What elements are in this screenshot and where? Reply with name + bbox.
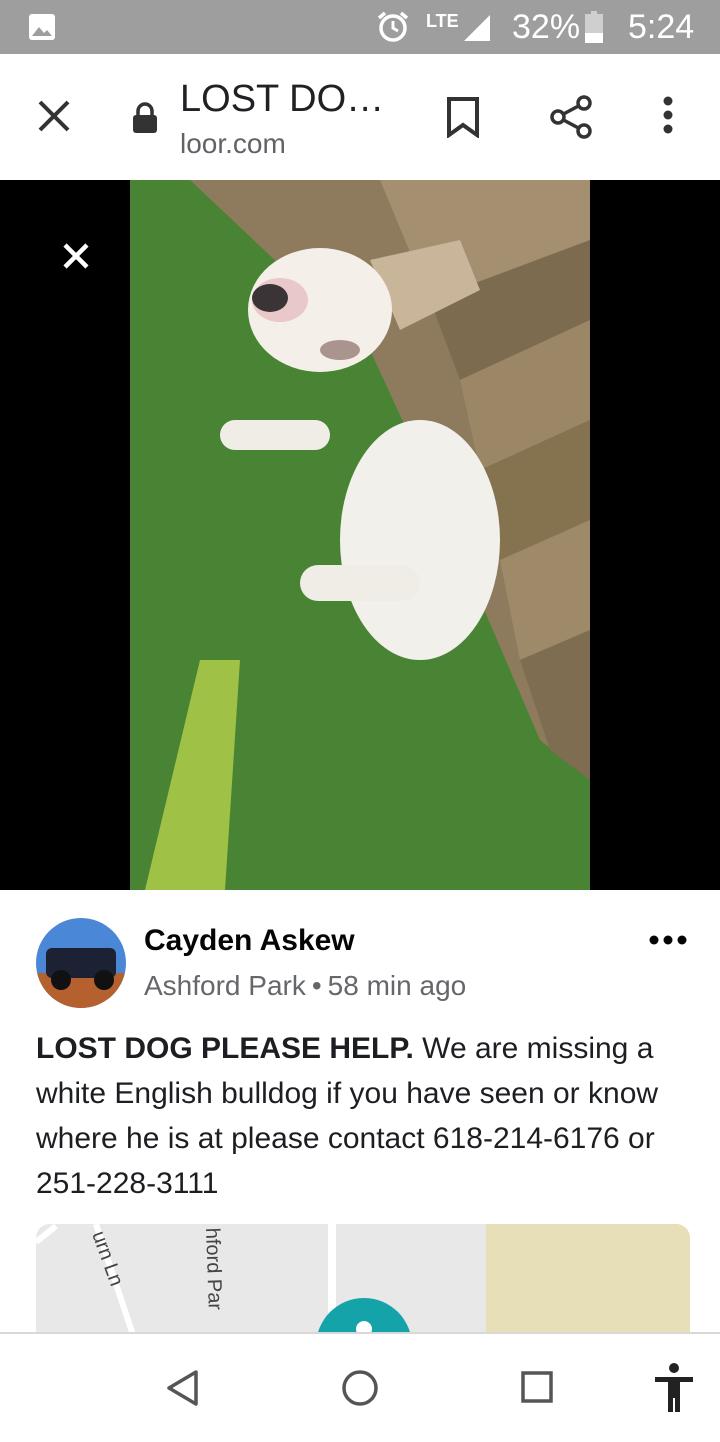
post-headline: LOST DOG PLEASE HELP.: [36, 1032, 414, 1065]
status-bar: LTE 32% 5:24: [0, 0, 720, 54]
back-icon[interactable]: [164, 1368, 200, 1408]
post-card: Cayden Askew Ashford Park • 58 min ago LOS…: [0, 890, 720, 1344]
recents-icon[interactable]: [520, 1370, 554, 1404]
browser-toolbar: LOST DO… loor.com: [0, 54, 720, 181]
post-time: 58 min ago: [327, 970, 467, 1001]
close-icon[interactable]: [34, 96, 74, 136]
post-location[interactable]: Ashford Park: [144, 970, 306, 1001]
home-icon[interactable]: [340, 1368, 380, 1408]
page-url[interactable]: loor.com: [180, 128, 286, 160]
meta-separator: •: [311, 970, 322, 1001]
post-meta: Ashford Park • 58 min ago: [144, 970, 466, 1002]
post-text: LOST DOG PLEASE HELP. We are missing a w…: [36, 1026, 676, 1206]
network-type: LTE: [426, 11, 459, 31]
more-horiz-icon[interactable]: [648, 934, 688, 946]
author-name[interactable]: Cayden Askew: [144, 924, 355, 958]
gallery-icon: [28, 13, 56, 41]
lock-icon[interactable]: [132, 102, 158, 134]
map-street-label-2: hford Par: [201, 1227, 226, 1310]
avatar[interactable]: [36, 918, 126, 1008]
clock: 5:24: [628, 8, 695, 46]
battery-icon: [585, 11, 603, 43]
alarm-icon: [376, 10, 410, 44]
more-vert-icon[interactable]: [656, 94, 680, 140]
battery-percent: 32%: [512, 8, 581, 46]
bookmark-icon[interactable]: [446, 96, 480, 138]
share-icon[interactable]: [548, 94, 594, 140]
map-preview[interactable]: urn Ln hford Par: [36, 1224, 690, 1344]
page-title: LOST DO…: [180, 78, 385, 120]
dog-photo[interactable]: [130, 180, 590, 890]
accessibility-icon[interactable]: [652, 1362, 696, 1414]
system-nav-bar: [0, 1332, 720, 1442]
signal-icon: [462, 14, 492, 42]
close-icon[interactable]: [60, 240, 92, 272]
photo-viewer: [0, 180, 720, 890]
